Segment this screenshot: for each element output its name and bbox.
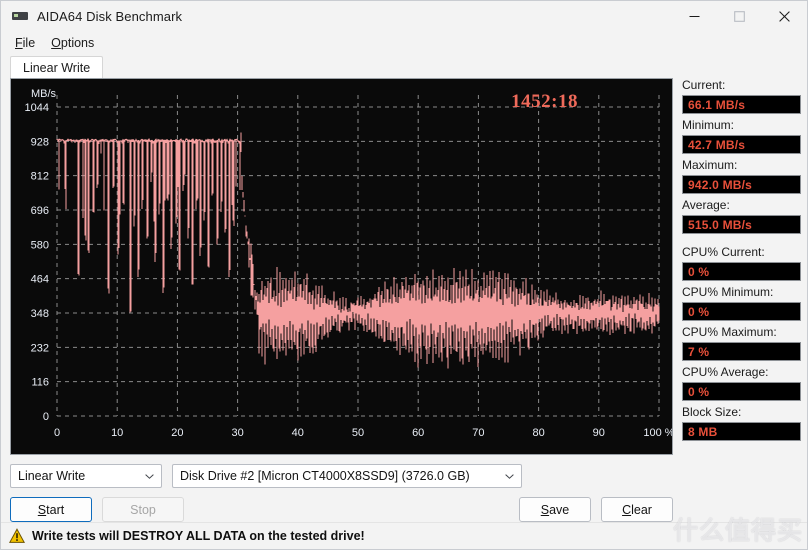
y-tick-label: 812 — [31, 171, 49, 183]
menu-file[interactable]: File — [9, 34, 43, 52]
save-button-label: Save — [540, 502, 570, 517]
tab-linear-write-label: Linear Write — [23, 60, 91, 75]
stat-value: 42.7 MB/s — [682, 135, 801, 154]
x-tick-label: 10 — [111, 427, 123, 439]
tab-linear-write[interactable]: Linear Write — [10, 56, 104, 78]
y-tick-label: 0 — [43, 411, 49, 423]
stat-value: 0 % — [682, 262, 801, 281]
window-title: AIDA64 Disk Benchmark — [37, 8, 183, 24]
main-content: MB/s 0 116 232 348 464 580 696 812 928 1044 0 10 20 30… — [1, 78, 807, 522]
disk-drive-icon — [12, 8, 28, 24]
stat-value: 66.1 MB/s — [682, 95, 801, 114]
x-tick-label: 70 — [472, 427, 484, 439]
stat-block-size: Block Size: 8 MB — [682, 405, 801, 441]
stat-value: 0 % — [682, 382, 801, 401]
x-tick-label: 30 — [231, 427, 243, 439]
y-tick-label: 928 — [31, 136, 49, 148]
x-tick-label: 0 — [54, 427, 60, 439]
stat-label: CPU% Average: — [682, 365, 769, 379]
start-accel: S — [37, 502, 47, 517]
warning-text: Write tests will DESTROY ALL DATA on the… — [32, 529, 365, 543]
stat-value: 515.0 MB/s — [682, 215, 801, 234]
stat-label: CPU% Minimum: — [682, 285, 774, 299]
clear-button[interactable]: Clear — [601, 497, 673, 522]
close-button[interactable] — [762, 1, 807, 31]
y-tick-label: 116 — [31, 377, 49, 389]
stat-label: Average: — [682, 198, 730, 212]
stop-button-label: Stop — [130, 502, 156, 517]
minimize-button[interactable] — [672, 1, 717, 31]
chevron-down-icon — [505, 474, 514, 479]
warning-bar: Write tests will DESTROY ALL DATA on the… — [1, 522, 807, 549]
stat-label: Maximum: — [682, 158, 738, 172]
title-bar: AIDA64 Disk Benchmark — [1, 1, 807, 32]
controls-area: Linear Write Disk Drive #2 [Micron CT400… — [10, 455, 673, 522]
y-tick-label: 696 — [31, 205, 49, 217]
menu-options[interactable]: Options — [45, 34, 102, 52]
y-tick-label: 1044 — [25, 102, 49, 114]
stop-button[interactable]: Stop — [102, 497, 184, 522]
window-controls — [672, 1, 807, 31]
test-mode-dropdown[interactable]: Linear Write — [10, 464, 162, 488]
stat-label: CPU% Maximum: — [682, 325, 777, 339]
chevron-down-icon — [145, 474, 154, 479]
stat-value: 942.0 MB/s — [682, 175, 801, 194]
x-tick-label: 20 — [171, 427, 183, 439]
x-tick-label: 60 — [412, 427, 424, 439]
stat-maximum: Maximum: 942.0 MB/s — [682, 158, 801, 194]
x-tick-label: 80 — [532, 427, 544, 439]
stat-label: CPU% Current: — [682, 245, 765, 259]
x-tick-label: 90 — [593, 427, 605, 439]
stat-cpu-minimum: CPU% Minimum: 0 % — [682, 285, 801, 321]
stat-cpu-average: CPU% Average: 0 % — [682, 365, 801, 401]
minimize-icon — [689, 15, 700, 17]
benchmark-chart: MB/s 0 116 232 348 464 580 696 812 928 1044 0 10 20 30… — [10, 78, 673, 455]
x-tick-label: 40 — [292, 427, 304, 439]
menu-bar: File Options — [1, 32, 807, 54]
stat-label: Block Size: — [682, 405, 742, 419]
menu-file-label: ile — [22, 36, 36, 50]
tab-strip: Linear Write — [1, 54, 807, 78]
y-tick-label: 232 — [31, 342, 49, 354]
y-tick-label: 464 — [31, 274, 49, 286]
elapsed-timer: 1452:18 — [511, 91, 578, 112]
close-icon — [779, 10, 790, 22]
stat-minimum: Minimum: 42.7 MB/s — [682, 118, 801, 154]
warning-triangle-icon — [9, 528, 25, 543]
x-tick-label: 100 % — [643, 427, 672, 439]
chart-canvas: MB/s 0 116 232 348 464 580 696 812 928 1044 0 10 20 30… — [25, 88, 672, 439]
stat-current: Current: 66.1 MB/s — [682, 78, 801, 114]
save-button[interactable]: Save — [519, 497, 591, 522]
statistics-sidebar: Current: 66.1 MB/s Minimum: 42.7 MB/s Maximu… — [673, 78, 807, 522]
maximize-button[interactable] — [717, 1, 762, 31]
save-accel: S — [540, 502, 550, 517]
stat-cpu-current: CPU% Current: 0 % — [682, 245, 801, 281]
stat-value: 7 % — [682, 342, 801, 361]
start-button-label: Start — [37, 502, 65, 517]
x-tick-label: 50 — [352, 427, 364, 439]
start-button[interactable]: Start — [10, 497, 92, 522]
chart-column: MB/s 0 116 232 348 464 580 696 812 928 1044 0 10 20 30… — [1, 78, 673, 522]
button-row: Start Stop Save Clear — [10, 497, 673, 522]
stat-label: Current: — [682, 78, 726, 92]
maximize-icon — [734, 10, 745, 22]
stat-average: Average: 515.0 MB/s — [682, 198, 801, 234]
y-tick-label: 348 — [31, 308, 49, 320]
y-tick-label: 580 — [31, 239, 49, 251]
stat-cpu-maximum: CPU% Maximum: 7 % — [682, 325, 801, 361]
test-mode-value: Linear Write — [18, 469, 86, 483]
stat-value: 0 % — [682, 302, 801, 321]
clear-accel: C — [622, 502, 632, 517]
clear-button-label: Clear — [622, 502, 652, 517]
selector-row: Linear Write Disk Drive #2 [Micron CT400… — [10, 464, 673, 488]
stat-label: Minimum: — [682, 118, 735, 132]
menu-options-label: ptions — [60, 36, 95, 50]
aida64-disk-benchmark-window: AIDA64 Disk Benchmark File Options Linea… — [0, 0, 808, 550]
y-axis-unit: MB/s — [31, 88, 57, 100]
drive-dropdown[interactable]: Disk Drive #2 [Micron CT4000X8SSD9] (372… — [172, 464, 522, 488]
drive-value: Disk Drive #2 [Micron CT4000X8SSD9] (372… — [180, 469, 470, 483]
stat-value: 8 MB — [682, 422, 801, 441]
